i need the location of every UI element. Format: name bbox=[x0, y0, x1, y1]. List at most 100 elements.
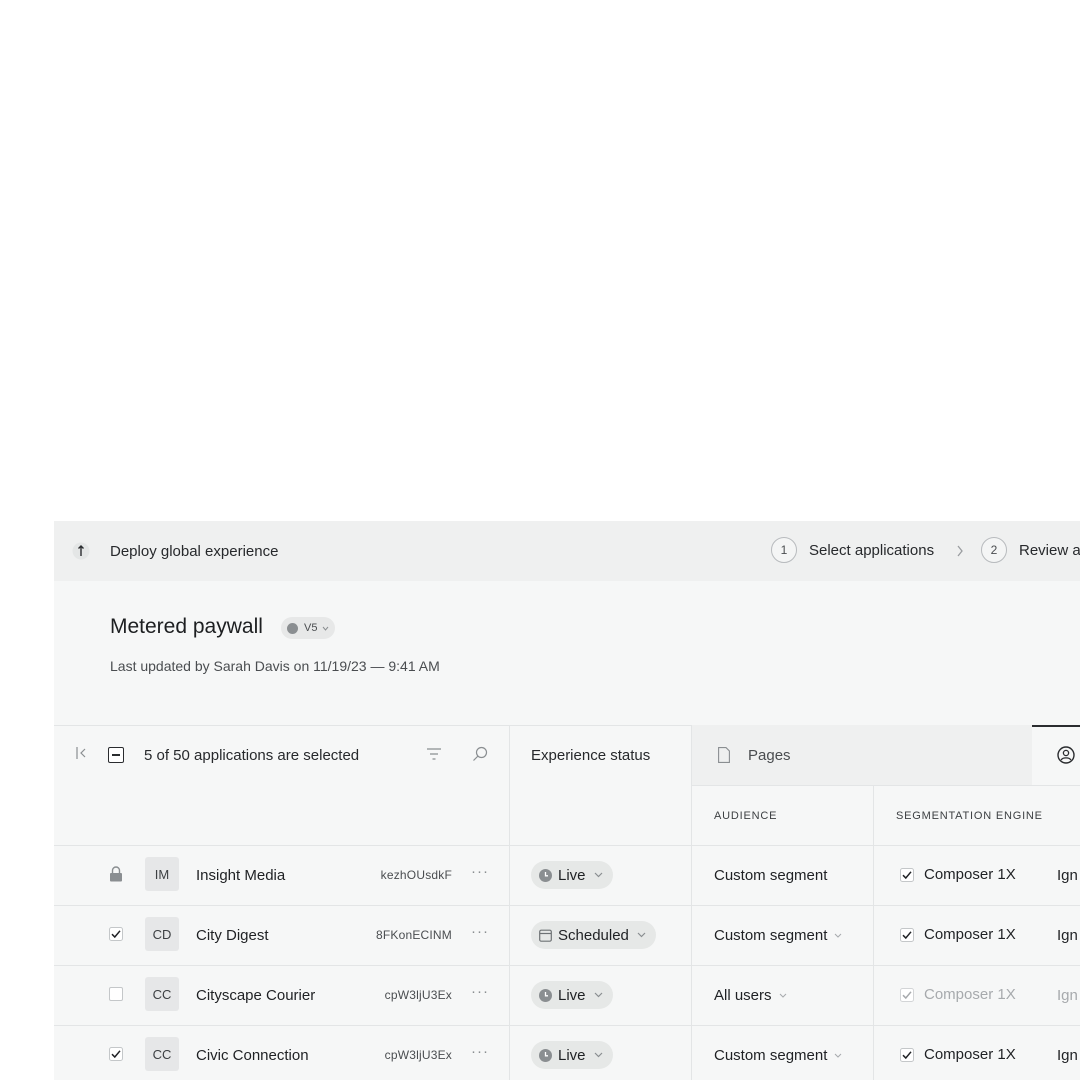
table-row[interactable]: CC Cityscape Courier cpW3ljU3Ex ··· Live… bbox=[54, 965, 1080, 1025]
wizard-topbar: Deploy global experience 1 Select applic… bbox=[54, 521, 1080, 581]
ignore-option[interactable]: Ign bbox=[1057, 1047, 1078, 1064]
tab-label: Pages bbox=[748, 747, 791, 764]
chevron-down-icon bbox=[594, 872, 602, 878]
clock-icon bbox=[539, 988, 552, 1002]
checkbox-checked-icon bbox=[900, 1047, 914, 1062]
applications-table: 5 of 50 applications are selected Experi… bbox=[54, 725, 1080, 1080]
checkbox-checked-icon bbox=[900, 867, 914, 882]
status-label: Live bbox=[558, 986, 586, 1004]
avatar: CC bbox=[145, 1037, 179, 1071]
engine-label: Composer 1X bbox=[924, 866, 1016, 883]
chevron-down-icon bbox=[835, 1053, 842, 1058]
version-selector[interactable]: V5 bbox=[281, 617, 336, 639]
collapse-left-icon[interactable] bbox=[76, 746, 88, 760]
chevron-down-icon bbox=[594, 1052, 602, 1058]
app-id: cpW3ljU3Ex bbox=[384, 1048, 452, 1062]
experience-status-header: Experience status bbox=[531, 747, 651, 764]
experience-title: Metered paywall bbox=[110, 615, 263, 638]
avatar: CD bbox=[145, 917, 179, 951]
engine-label: Composer 1X bbox=[924, 986, 1016, 1003]
select-all-checkbox[interactable] bbox=[108, 747, 124, 763]
ignore-option[interactable]: Ign bbox=[1057, 867, 1078, 884]
user-circle-icon bbox=[1057, 746, 1075, 764]
engine-checkbox[interactable]: Composer 1X bbox=[900, 1046, 1016, 1063]
app-id: cpW3ljU3Ex bbox=[384, 988, 452, 1002]
row-checkbox[interactable] bbox=[109, 987, 123, 1001]
step-label: Select applications bbox=[809, 541, 935, 559]
audience-value: Custom segment bbox=[714, 867, 828, 884]
engine-checkbox[interactable]: Composer 1X bbox=[900, 926, 1016, 943]
page-icon bbox=[718, 747, 730, 763]
app-name: Civic Connection bbox=[196, 1047, 309, 1064]
chevron-down-icon bbox=[835, 933, 842, 938]
step-review[interactable]: 2 Review a bbox=[981, 537, 1080, 563]
audience-header: AUDIENCE bbox=[714, 810, 778, 822]
ignore-option[interactable]: Ign bbox=[1057, 987, 1078, 1004]
status-dropdown[interactable]: Live bbox=[531, 861, 613, 889]
step-select-applications[interactable]: 1 Select applications bbox=[771, 537, 934, 563]
status-dropdown[interactable]: Live bbox=[531, 981, 613, 1009]
chevron-right-icon bbox=[957, 545, 963, 557]
status-label: Live bbox=[558, 1046, 586, 1064]
checkbox-checked-disabled-icon bbox=[900, 987, 914, 1002]
engine-checkbox[interactable]: Composer 1X bbox=[900, 866, 1016, 883]
selection-count: 5 of 50 applications are selected bbox=[144, 747, 360, 764]
row-checkbox[interactable] bbox=[109, 927, 123, 941]
last-updated-text: Last updated by Sarah Davis on 11/19/23 … bbox=[110, 658, 440, 674]
engine-checkbox[interactable]: Composer 1X bbox=[900, 986, 1016, 1003]
app-name: Cityscape Courier bbox=[196, 987, 316, 1004]
filter-icon[interactable] bbox=[427, 748, 441, 760]
tab-pages[interactable]: Pages bbox=[692, 725, 1032, 785]
more-options-icon[interactable]: ··· bbox=[471, 1043, 489, 1060]
avatar: IM bbox=[145, 857, 179, 891]
status-label: Scheduled bbox=[558, 926, 629, 944]
audience-value: Custom segment bbox=[714, 927, 828, 944]
table-row[interactable]: CD City Digest 8FKonECINM ··· Scheduled … bbox=[54, 905, 1080, 965]
deploy-panel: Deploy global experience 1 Select applic… bbox=[54, 521, 1080, 1080]
divider bbox=[54, 725, 692, 726]
app-name: Insight Media bbox=[196, 867, 286, 884]
chevron-down-icon bbox=[779, 993, 786, 998]
status-label: Live bbox=[558, 866, 586, 884]
chevron-down-icon bbox=[594, 992, 602, 998]
audience-dropdown[interactable]: All users bbox=[714, 987, 787, 1004]
row-checkbox[interactable] bbox=[109, 1047, 123, 1061]
lock-icon bbox=[110, 866, 122, 882]
app-name: City Digest bbox=[196, 927, 269, 944]
deploy-upload-icon bbox=[72, 542, 90, 560]
more-options-icon[interactable]: ··· bbox=[471, 863, 489, 880]
search-icon[interactable] bbox=[472, 746, 488, 762]
tab-audience[interactable] bbox=[1032, 725, 1080, 785]
more-options-icon[interactable]: ··· bbox=[471, 923, 489, 940]
app-id: kezhOUsdkF bbox=[380, 868, 452, 882]
status-dropdown[interactable]: Scheduled bbox=[531, 921, 656, 949]
audience-dropdown[interactable]: Custom segment bbox=[714, 927, 842, 944]
segmentation-engine-header: SEGMENTATION ENGINE bbox=[896, 810, 1043, 822]
ignore-option[interactable]: Ign bbox=[1057, 927, 1078, 944]
clock-icon bbox=[539, 868, 552, 882]
engine-label: Composer 1X bbox=[924, 926, 1016, 943]
more-options-icon[interactable]: ··· bbox=[471, 983, 489, 1000]
engine-label: Composer 1X bbox=[924, 1046, 1016, 1063]
audience-value: Custom segment bbox=[714, 1047, 828, 1064]
table-row[interactable]: CC Civic Connection cpW3ljU3Ex ··· Live … bbox=[54, 1025, 1080, 1080]
step-label: Review a bbox=[1019, 541, 1080, 559]
table-row[interactable]: IM Insight Media kezhOUsdkF ··· Live Cus… bbox=[54, 845, 1080, 905]
app-id: 8FKonECINM bbox=[375, 928, 452, 942]
chevron-down-icon bbox=[323, 626, 329, 631]
clock-icon bbox=[287, 622, 298, 634]
chevron-down-icon bbox=[637, 932, 646, 938]
status-dropdown[interactable]: Live bbox=[531, 1041, 613, 1069]
step-number: 2 bbox=[981, 537, 1007, 563]
checkbox-checked-icon bbox=[109, 927, 123, 941]
calendar-icon bbox=[539, 929, 552, 942]
audience-value: All users bbox=[714, 987, 772, 1004]
audience-dropdown[interactable]: Custom segment bbox=[714, 1047, 842, 1064]
clock-icon bbox=[539, 1048, 552, 1062]
divider bbox=[692, 785, 1080, 786]
wizard-title: Deploy global experience bbox=[110, 543, 279, 560]
audience-cell: Custom segment bbox=[714, 867, 827, 884]
version-label: V5 bbox=[304, 622, 318, 634]
checkbox-checked-icon bbox=[900, 927, 914, 942]
step-number: 1 bbox=[771, 537, 797, 563]
